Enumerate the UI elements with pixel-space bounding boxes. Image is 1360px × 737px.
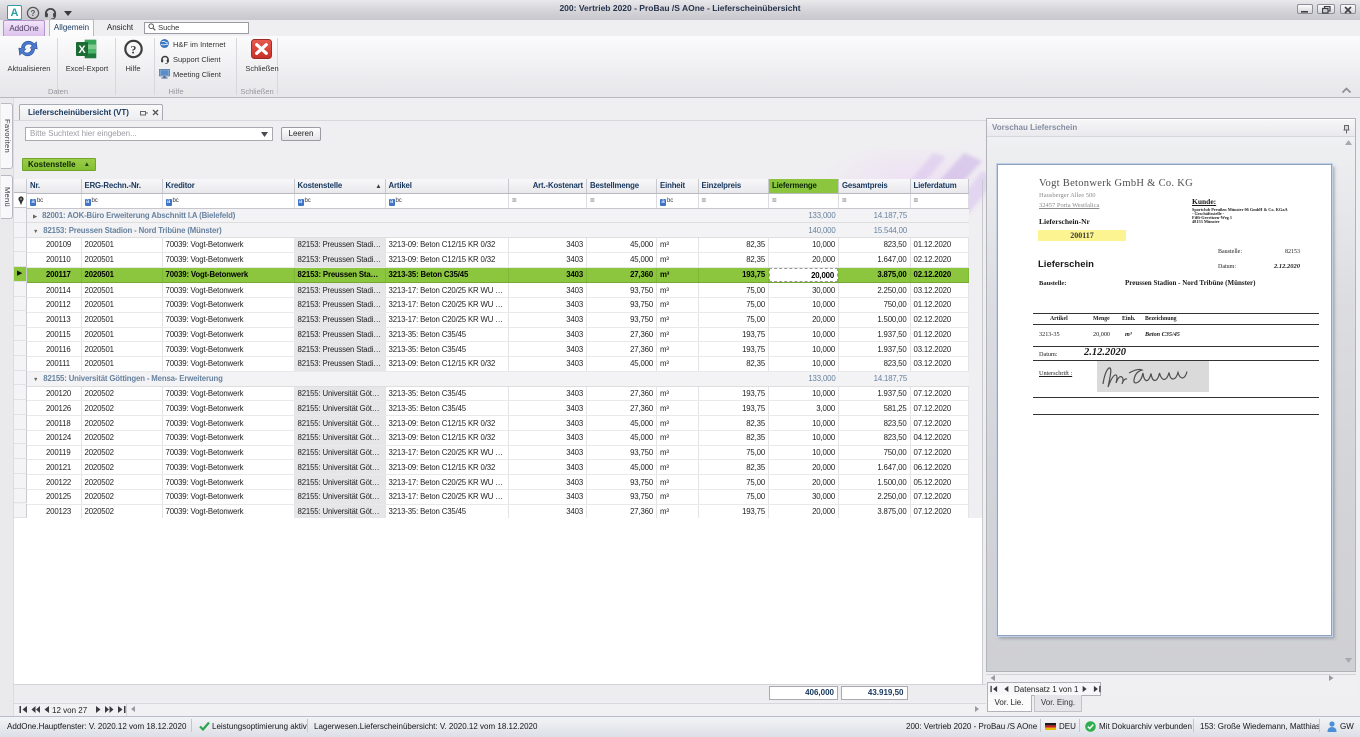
svg-text:X: X [78,44,86,56]
svg-text:?: ? [131,43,137,57]
svg-text:?: ? [31,9,36,18]
